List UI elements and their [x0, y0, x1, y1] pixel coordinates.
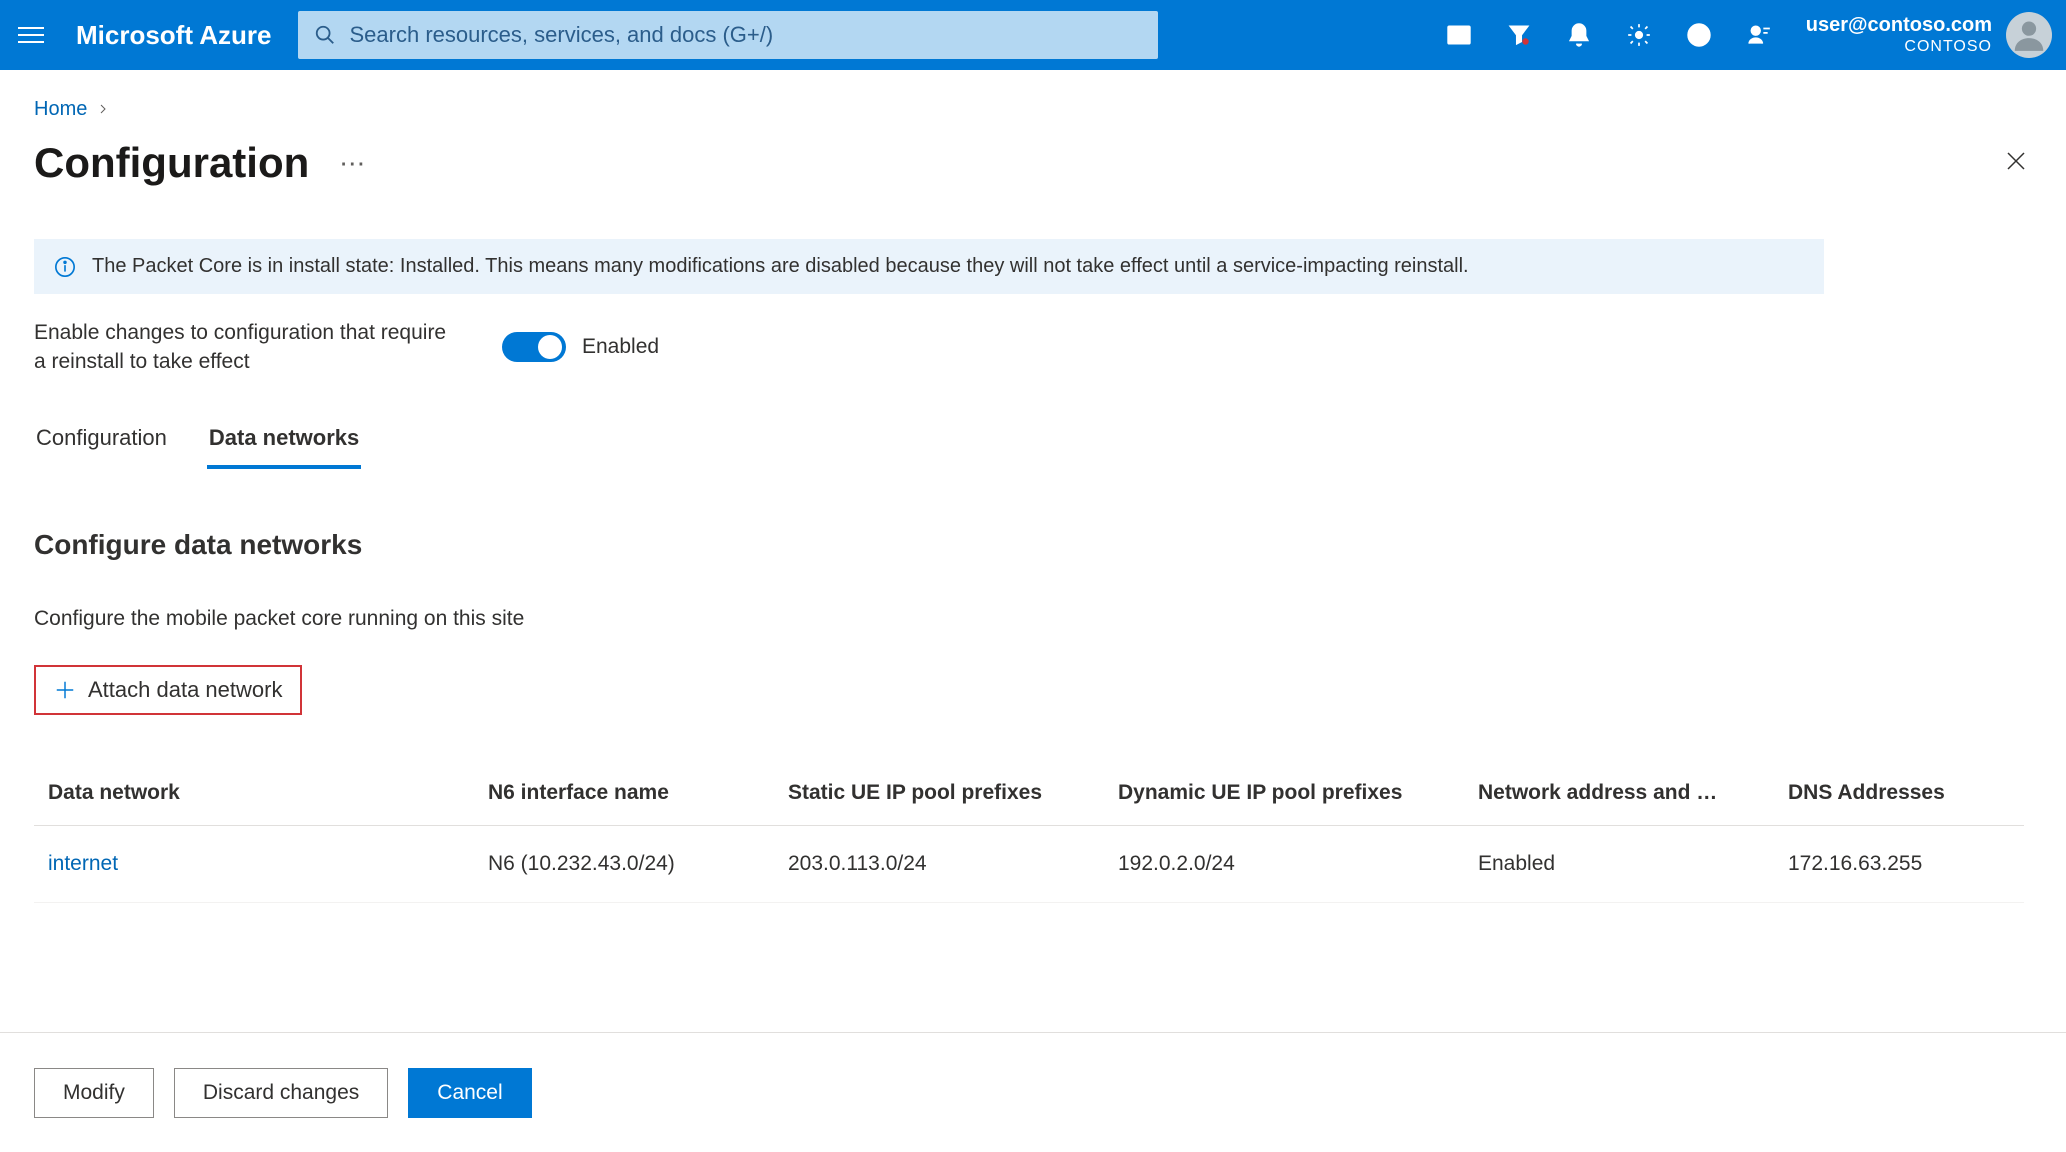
account-email: user@contoso.com — [1806, 13, 1992, 37]
tab-data-networks[interactable]: Data networks — [207, 419, 361, 469]
attach-button-label: Attach data network — [88, 677, 282, 703]
section-description: Configure the mobile packet core running… — [34, 607, 2042, 631]
cell-dns: 172.16.63.255 — [1788, 852, 2038, 876]
settings-icon[interactable] — [1626, 22, 1652, 48]
hamburger-menu[interactable] — [18, 19, 50, 51]
footer-action-bar: Modify Discard changes Cancel — [0, 1032, 2066, 1152]
tab-configuration[interactable]: Configuration — [34, 419, 169, 469]
search-icon — [314, 24, 336, 46]
tab-bar: Configuration Data networks — [34, 419, 2042, 469]
discard-changes-button[interactable]: Discard changes — [174, 1068, 388, 1118]
toggle-label: Enable changes to configuration that req… — [34, 318, 454, 377]
brand-logo[interactable]: Microsoft Azure — [76, 20, 272, 51]
col-dynamic-prefixes[interactable]: Dynamic UE IP pool prefixes — [1118, 781, 1478, 805]
breadcrumb: Home — [34, 98, 2042, 121]
enable-changes-toggle[interactable] — [502, 332, 566, 362]
col-n6[interactable]: N6 interface name — [488, 781, 788, 805]
help-icon[interactable] — [1686, 22, 1712, 48]
table-header: Data network N6 interface name Static UE… — [34, 761, 2024, 826]
avatar — [2006, 12, 2052, 58]
col-static-prefixes[interactable]: Static UE IP pool prefixes — [788, 781, 1118, 805]
close-blade-button[interactable] — [1990, 141, 2042, 186]
global-header: Microsoft Azure user@contoso.com CONTOSO — [0, 0, 2066, 70]
chevron-right-icon — [97, 98, 109, 121]
col-nat[interactable]: Network address and … — [1478, 781, 1788, 805]
plus-icon — [54, 679, 76, 701]
attach-data-network-button[interactable]: Attach data network — [34, 665, 302, 715]
feedback-icon[interactable] — [1746, 22, 1772, 48]
cell-nat: Enabled — [1478, 852, 1788, 876]
info-banner-text: The Packet Core is in install state: Ins… — [92, 255, 1469, 278]
cell-data-network[interactable]: internet — [48, 852, 488, 876]
info-icon — [54, 256, 76, 278]
search-input[interactable] — [350, 22, 1142, 48]
section-heading: Configure data networks — [34, 529, 2042, 561]
col-dns[interactable]: DNS Addresses — [1788, 781, 2038, 805]
directory-filter-icon[interactable] — [1506, 22, 1532, 48]
cell-n6: N6 (10.232.43.0/24) — [488, 852, 788, 876]
global-search[interactable] — [298, 11, 1158, 59]
data-networks-table: Data network N6 interface name Static UE… — [34, 761, 2024, 903]
page-title: Configuration — [34, 139, 309, 187]
table-row[interactable]: internet N6 (10.232.43.0/24) 203.0.113.0… — [34, 826, 2024, 903]
cell-static-prefixes: 203.0.113.0/24 — [788, 852, 1118, 876]
col-data-network[interactable]: Data network — [48, 781, 488, 805]
more-actions-button[interactable]: ⋯ — [331, 142, 375, 185]
cell-dynamic-prefixes: 192.0.2.0/24 — [1118, 852, 1478, 876]
account-menu[interactable]: user@contoso.com CONTOSO — [1806, 12, 2052, 58]
breadcrumb-home[interactable]: Home — [34, 98, 87, 121]
cloud-shell-icon[interactable] — [1446, 22, 1472, 48]
toggle-state-text: Enabled — [582, 335, 659, 359]
cancel-button[interactable]: Cancel — [408, 1068, 531, 1118]
info-banner: The Packet Core is in install state: Ins… — [34, 239, 1824, 294]
modify-button[interactable]: Modify — [34, 1068, 154, 1118]
notifications-icon[interactable] — [1566, 22, 1592, 48]
account-org: CONTOSO — [1806, 37, 1992, 56]
